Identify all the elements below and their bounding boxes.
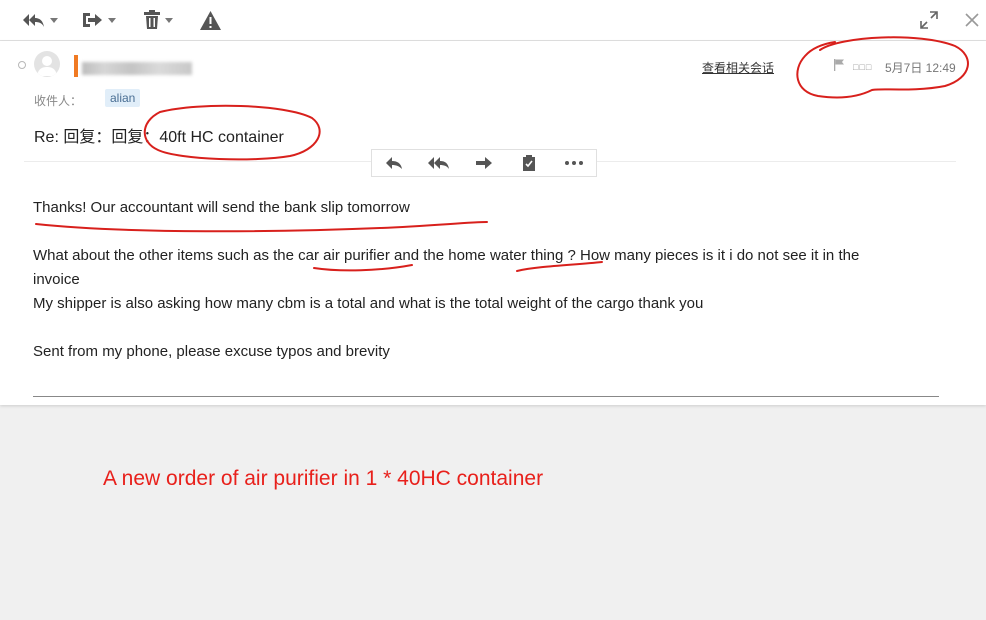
body-paragraph-2: What about the other items such as the c… <box>33 244 933 268</box>
chevron-down-icon <box>50 17 58 23</box>
email-card: 查看相关会话 □□□ 5月7日 12:49 收件人： alian Re: 回复：… <box>0 41 986 405</box>
reply-button[interactable] <box>372 150 417 176</box>
body-text-segment: What about the other items such as the <box>33 247 299 264</box>
status-boxes: □□□ <box>853 62 873 72</box>
sender-name-redacted <box>82 62 192 75</box>
view-conversation-link[interactable]: 查看相关会话 <box>702 59 774 76</box>
reply-all-icon <box>428 157 450 169</box>
close-icon <box>965 13 979 27</box>
signature-rule <box>33 396 939 397</box>
report-button[interactable] <box>200 8 221 32</box>
subject-text: 40ft HC container <box>159 129 284 146</box>
chevron-down-icon <box>165 17 173 23</box>
toolbar <box>0 0 986 41</box>
user-icon <box>37 56 57 76</box>
body-text-segment: ? How many pieces is it i do not see it … <box>563 247 860 264</box>
email-signature: Sent from my phone, please excuse typos … <box>33 343 390 360</box>
reply-all-icon <box>23 14 44 27</box>
body-line-3: My shipper is also asking how many cbm i… <box>33 295 704 312</box>
body-text-segment: car air purifier <box>298 247 390 264</box>
expand-button[interactable] <box>920 8 938 32</box>
email-date: 5月7日 12:49 <box>885 61 956 75</box>
more-button[interactable] <box>551 150 596 176</box>
avatar <box>34 51 60 77</box>
close-button[interactable] <box>964 8 980 32</box>
warning-icon <box>200 10 221 30</box>
flag-icon[interactable] <box>834 59 844 71</box>
email-subject: Re: 回复：回复：40ft HC container <box>34 123 284 147</box>
chevron-down-icon <box>108 17 116 23</box>
body-paragraph-2-wrap: invoice <box>33 271 80 288</box>
sender-accent <box>74 55 78 77</box>
unread-indicator[interactable] <box>18 61 26 69</box>
body-text-segment: water thing <box>489 247 564 264</box>
clipboard-icon <box>522 155 535 171</box>
recipient-label: 收件人： <box>34 94 83 108</box>
reply-icon <box>386 157 403 169</box>
delete-button[interactable] <box>143 8 173 32</box>
forward-button[interactable] <box>462 150 507 176</box>
message-actions <box>371 149 597 177</box>
move-button[interactable] <box>82 8 116 32</box>
body-text-segment: and the home <box>389 247 490 264</box>
annotation-caption: A new order of air purifier in 1 * 40HC … <box>103 467 544 490</box>
body-line-1: Thanks! Our accountant will send the ban… <box>33 199 410 216</box>
expand-icon <box>920 11 938 29</box>
notes-button[interactable] <box>506 150 551 176</box>
reply-all-button[interactable] <box>417 150 462 176</box>
recipient-chip[interactable]: alian <box>105 89 141 107</box>
delete-icon <box>144 10 160 29</box>
forward-icon <box>475 157 492 169</box>
subject-prefix: Re: 回复：回复： <box>34 129 160 146</box>
reply-all-button[interactable] <box>22 8 58 32</box>
move-to-icon <box>83 13 102 27</box>
more-icon <box>564 161 583 165</box>
